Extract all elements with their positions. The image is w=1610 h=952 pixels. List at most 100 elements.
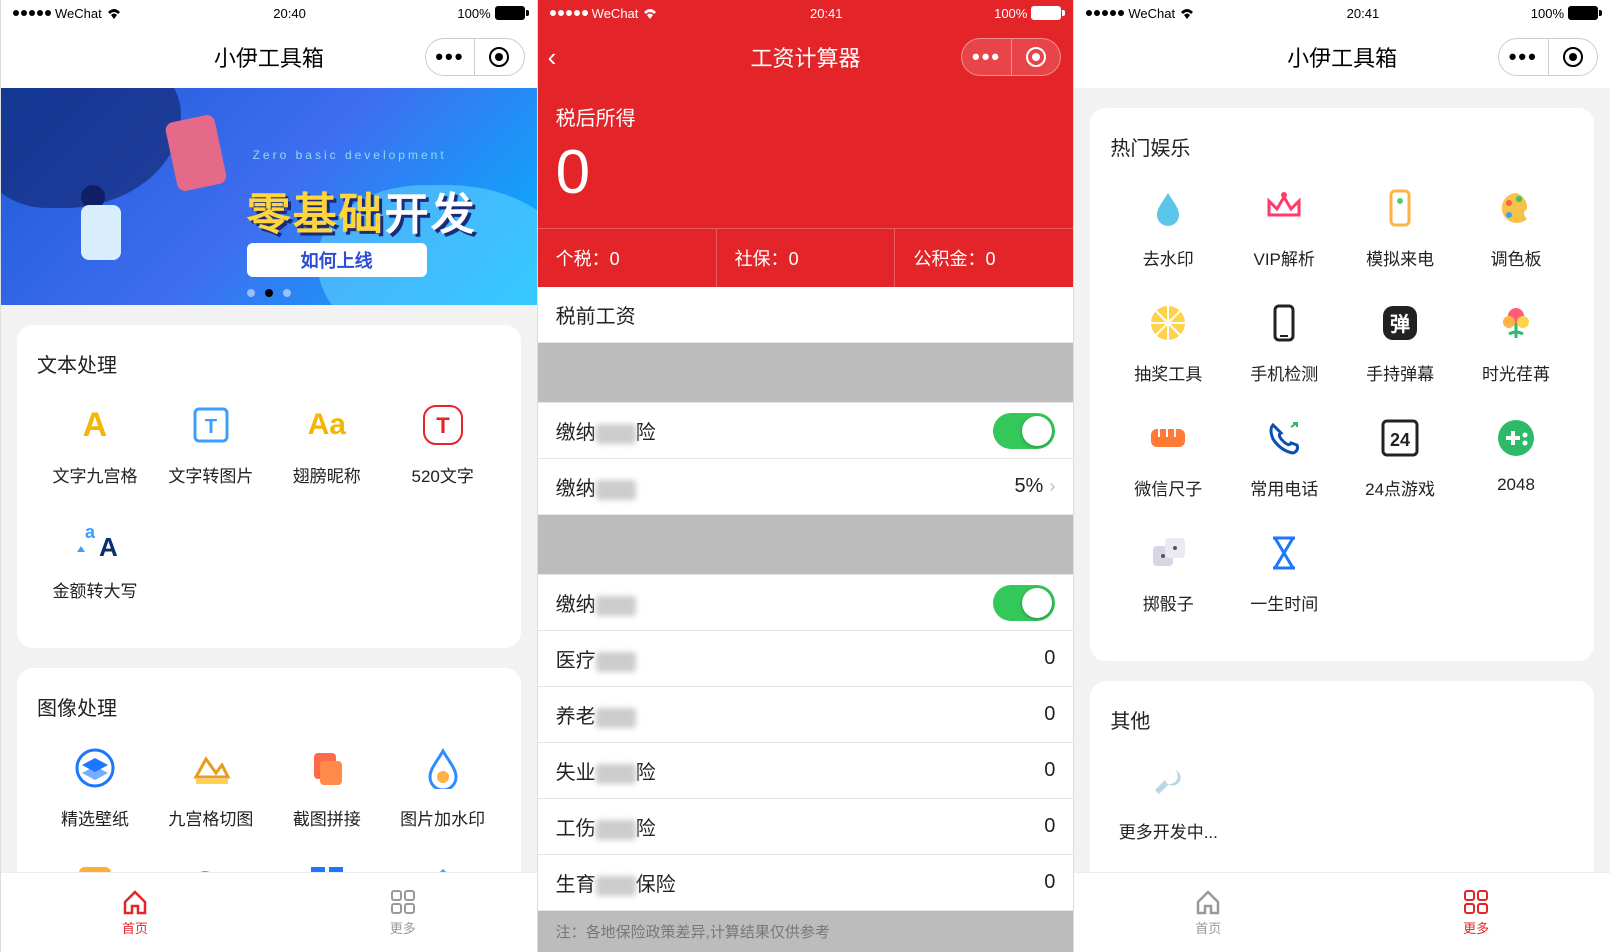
capsule-menu[interactable]: ••• [1498, 38, 1598, 76]
capsule-more-icon[interactable]: ••• [962, 39, 1011, 75]
banner-cta[interactable]: 如何上线 [247, 243, 427, 277]
wifi-icon [106, 7, 122, 19]
tool-24-game[interactable]: 24 24点游戏 [1342, 415, 1458, 500]
twentyfour-icon: 24 [1377, 415, 1423, 461]
tool-fake-call[interactable]: 模拟来电 [1342, 185, 1458, 270]
banner-subtitle: Zero basic development [253, 148, 447, 162]
tool-palette[interactable]: 调色板 [1458, 185, 1574, 270]
capsule-more-icon[interactable]: ••• [1499, 39, 1548, 75]
back-icon[interactable]: ‹ [548, 42, 557, 73]
tool-vip-parse[interactable]: VIP解析 [1226, 185, 1342, 270]
row-pre-salary[interactable]: 税前工资 [538, 287, 1074, 343]
toggle-switch[interactable] [993, 413, 1055, 449]
tab-home[interactable]: 首页 [1, 873, 269, 952]
tool-screenshot-stitch[interactable]: 截图拼接 [269, 745, 385, 830]
tool-remove-watermark[interactable]: 去水印 [1110, 185, 1226, 270]
tool-wing-nickname[interactable]: Aa 翅膀昵称 [269, 402, 385, 487]
phone-outline-icon [1261, 300, 1307, 346]
page-title: 工资计算器 [751, 41, 861, 73]
tool-time-flies[interactable]: 时光荏苒 [1458, 300, 1574, 385]
row-injury[interactable]: 工伤险 0 [538, 799, 1074, 855]
home-icon [121, 888, 149, 916]
carousel-pager[interactable] [1, 289, 537, 297]
tool-amount-capital[interactable]: aA 金额转大写 [37, 517, 153, 602]
capsule-more-icon[interactable]: ••• [426, 39, 475, 75]
row-birth[interactable]: 生育保险 0 [538, 855, 1074, 911]
capsule-menu[interactable]: ••• [425, 38, 525, 76]
row-medical[interactable]: 医疗 0 [538, 631, 1074, 687]
hourglass-icon [1261, 530, 1307, 576]
phone-screen-icon [1377, 185, 1423, 231]
clock: 20:41 [1195, 6, 1531, 21]
chevron-right-icon: › [1049, 476, 1055, 496]
signal-indicator: WeChat [1086, 6, 1195, 21]
row-pay-percent[interactable]: 缴纳 5%› [538, 459, 1074, 515]
footnote: 注：各地保险政策差异,计算结果仅供参考 [538, 911, 1074, 952]
row-pay-toggle-2[interactable]: 缴纳 [538, 575, 1074, 631]
tool-handheld-barrage[interactable]: 弹 手持弹幕 [1342, 300, 1458, 385]
banner-headline: 零基础开发 [247, 178, 477, 242]
fund-cell: 公积金：0 [895, 229, 1073, 287]
section-title: 其他 [1110, 705, 1574, 734]
battery-indicator: 100% [457, 6, 524, 21]
svg-text:弹: 弹 [1390, 312, 1410, 336]
battery-percent: 100% [994, 6, 1027, 21]
section-text-tools: 文本处理 A 文字九宫格 T 文字转图片 Aa 翅膀昵称 [17, 325, 521, 648]
tool-common-phone[interactable]: 常用电话 [1226, 415, 1342, 500]
battery-percent: 100% [457, 6, 490, 21]
frame-t-icon: T [188, 402, 234, 448]
wifi-icon [1179, 7, 1195, 19]
person-illustration [81, 185, 141, 275]
grid-icon [389, 888, 417, 916]
tool-dice[interactable]: 掷骰子 [1110, 530, 1226, 615]
mountain-icon [188, 745, 234, 791]
tab-bar: 首页 更多 [1074, 872, 1610, 952]
tab-bar: 首页 更多 [1, 872, 537, 952]
tool-wechat-ruler[interactable]: 微信尺子 [1110, 415, 1226, 500]
lemon-slice-icon [1145, 300, 1191, 346]
tool-2048[interactable]: 2048 [1458, 415, 1574, 500]
svg-text:a: a [85, 522, 96, 542]
tool-lottery[interactable]: 抽奖工具 [1110, 300, 1226, 385]
tool-520-text[interactable]: T 520文字 [385, 402, 501, 487]
row-pension[interactable]: 养老 0 [538, 687, 1074, 743]
hero-banner[interactable]: Zero basic development 零基础开发 如何上线 [1, 88, 537, 305]
tool-grid-cut[interactable]: 九宫格切图 [153, 745, 269, 830]
tab-home[interactable]: 首页 [1074, 873, 1342, 952]
capsule-menu[interactable]: ••• [961, 38, 1061, 76]
tool-text-to-image[interactable]: T 文字转图片 [153, 402, 269, 487]
capsule-close-icon[interactable] [475, 39, 524, 75]
tool-wallpaper[interactable]: 精选壁纸 [37, 745, 153, 830]
tool-text-grid[interactable]: A 文字九宫格 [37, 402, 153, 487]
row-unemployment[interactable]: 失业险 0 [538, 743, 1074, 799]
page-body: Zero basic development 零基础开发 如何上线 文本处理 A… [1, 88, 537, 952]
battery-icon [1031, 6, 1061, 20]
page-body: 税后所得 0 个税：0 社保：0 公积金：0 税前工资 . 缴纳险 缴纳 5%›… [538, 88, 1074, 952]
tab-more[interactable]: 更多 [1342, 873, 1610, 952]
tool-phone-check[interactable]: 手机检测 [1226, 300, 1342, 385]
carrier-label: WeChat [1128, 6, 1175, 21]
home-icon [1194, 888, 1222, 916]
battery-indicator: 100% [1531, 6, 1598, 21]
toggle-switch[interactable] [993, 585, 1055, 621]
section-title: 热门娱乐 [1110, 132, 1574, 161]
net-value: 0 [538, 137, 1074, 228]
tab-more[interactable]: 更多 [269, 873, 537, 952]
phone-screen-more: WeChat 20:41 100% 小伊工具箱 ••• 热门娱乐 去水印 [1073, 0, 1610, 952]
signal-indicator: WeChat [13, 6, 122, 21]
capsule-close-icon[interactable] [1012, 39, 1061, 75]
layers-icon [72, 745, 118, 791]
palette-icon [1493, 185, 1539, 231]
flower-icon [1493, 300, 1539, 346]
droplet-icon [420, 745, 466, 791]
phone-screen-salary: WeChat 20:41 100% ‹ 工资计算器 ••• 税后所得 0 个税：… [537, 0, 1074, 952]
wrench-icon [1145, 758, 1191, 804]
tool-lifetime[interactable]: 一生时间 [1226, 530, 1342, 615]
stack-icon [304, 745, 350, 791]
row-pay-toggle-1[interactable]: 缴纳险 [538, 403, 1074, 459]
net-label: 税后所得 [538, 88, 1074, 137]
capsule-close-icon[interactable] [1549, 39, 1598, 75]
title-bar: 小伊工具箱 ••• [1, 26, 537, 88]
tool-watermark[interactable]: 图片加水印 [385, 745, 501, 830]
tool-more-coming[interactable]: 更多开发中... [1110, 758, 1226, 843]
